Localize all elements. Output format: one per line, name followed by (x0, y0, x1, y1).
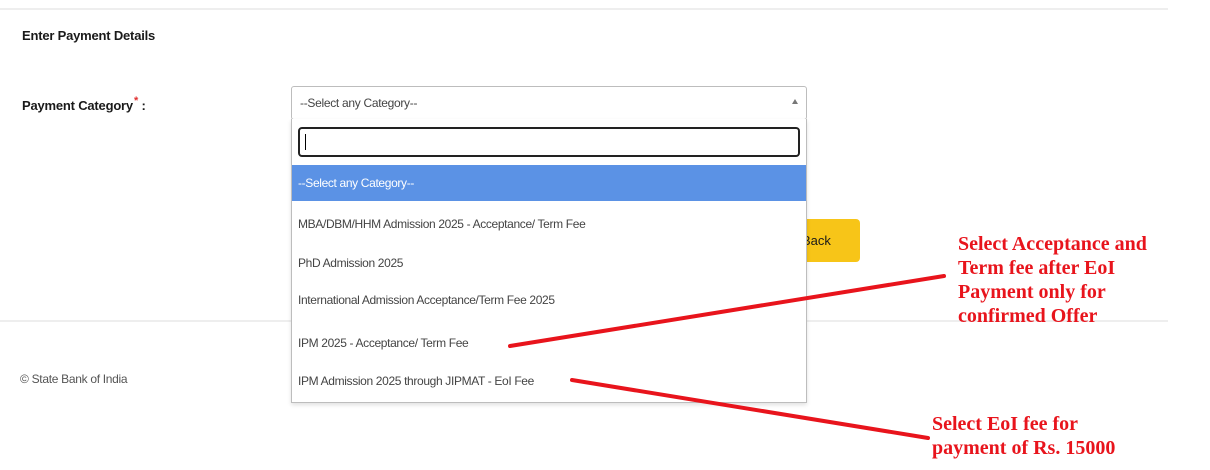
annotation-line: payment of Rs. 15000 (932, 437, 1116, 459)
annotation-line: Payment only for (958, 281, 1106, 303)
annotation-line: Select EoI fee for (932, 413, 1079, 435)
annotation-acceptance-note: Select Acceptance and Term fee after EoI… (958, 232, 1147, 328)
annotation-eoi-note: Select EoI fee for payment of Rs. 15000 (932, 412, 1115, 460)
annotation-line: confirmed Offer (958, 305, 1098, 327)
arrow-line-acceptance (508, 274, 946, 348)
annotation-line: Term fee after EoI (958, 257, 1116, 279)
annotation-line: Select Acceptance and (958, 233, 1147, 255)
arrow-line-eoi (570, 378, 930, 440)
